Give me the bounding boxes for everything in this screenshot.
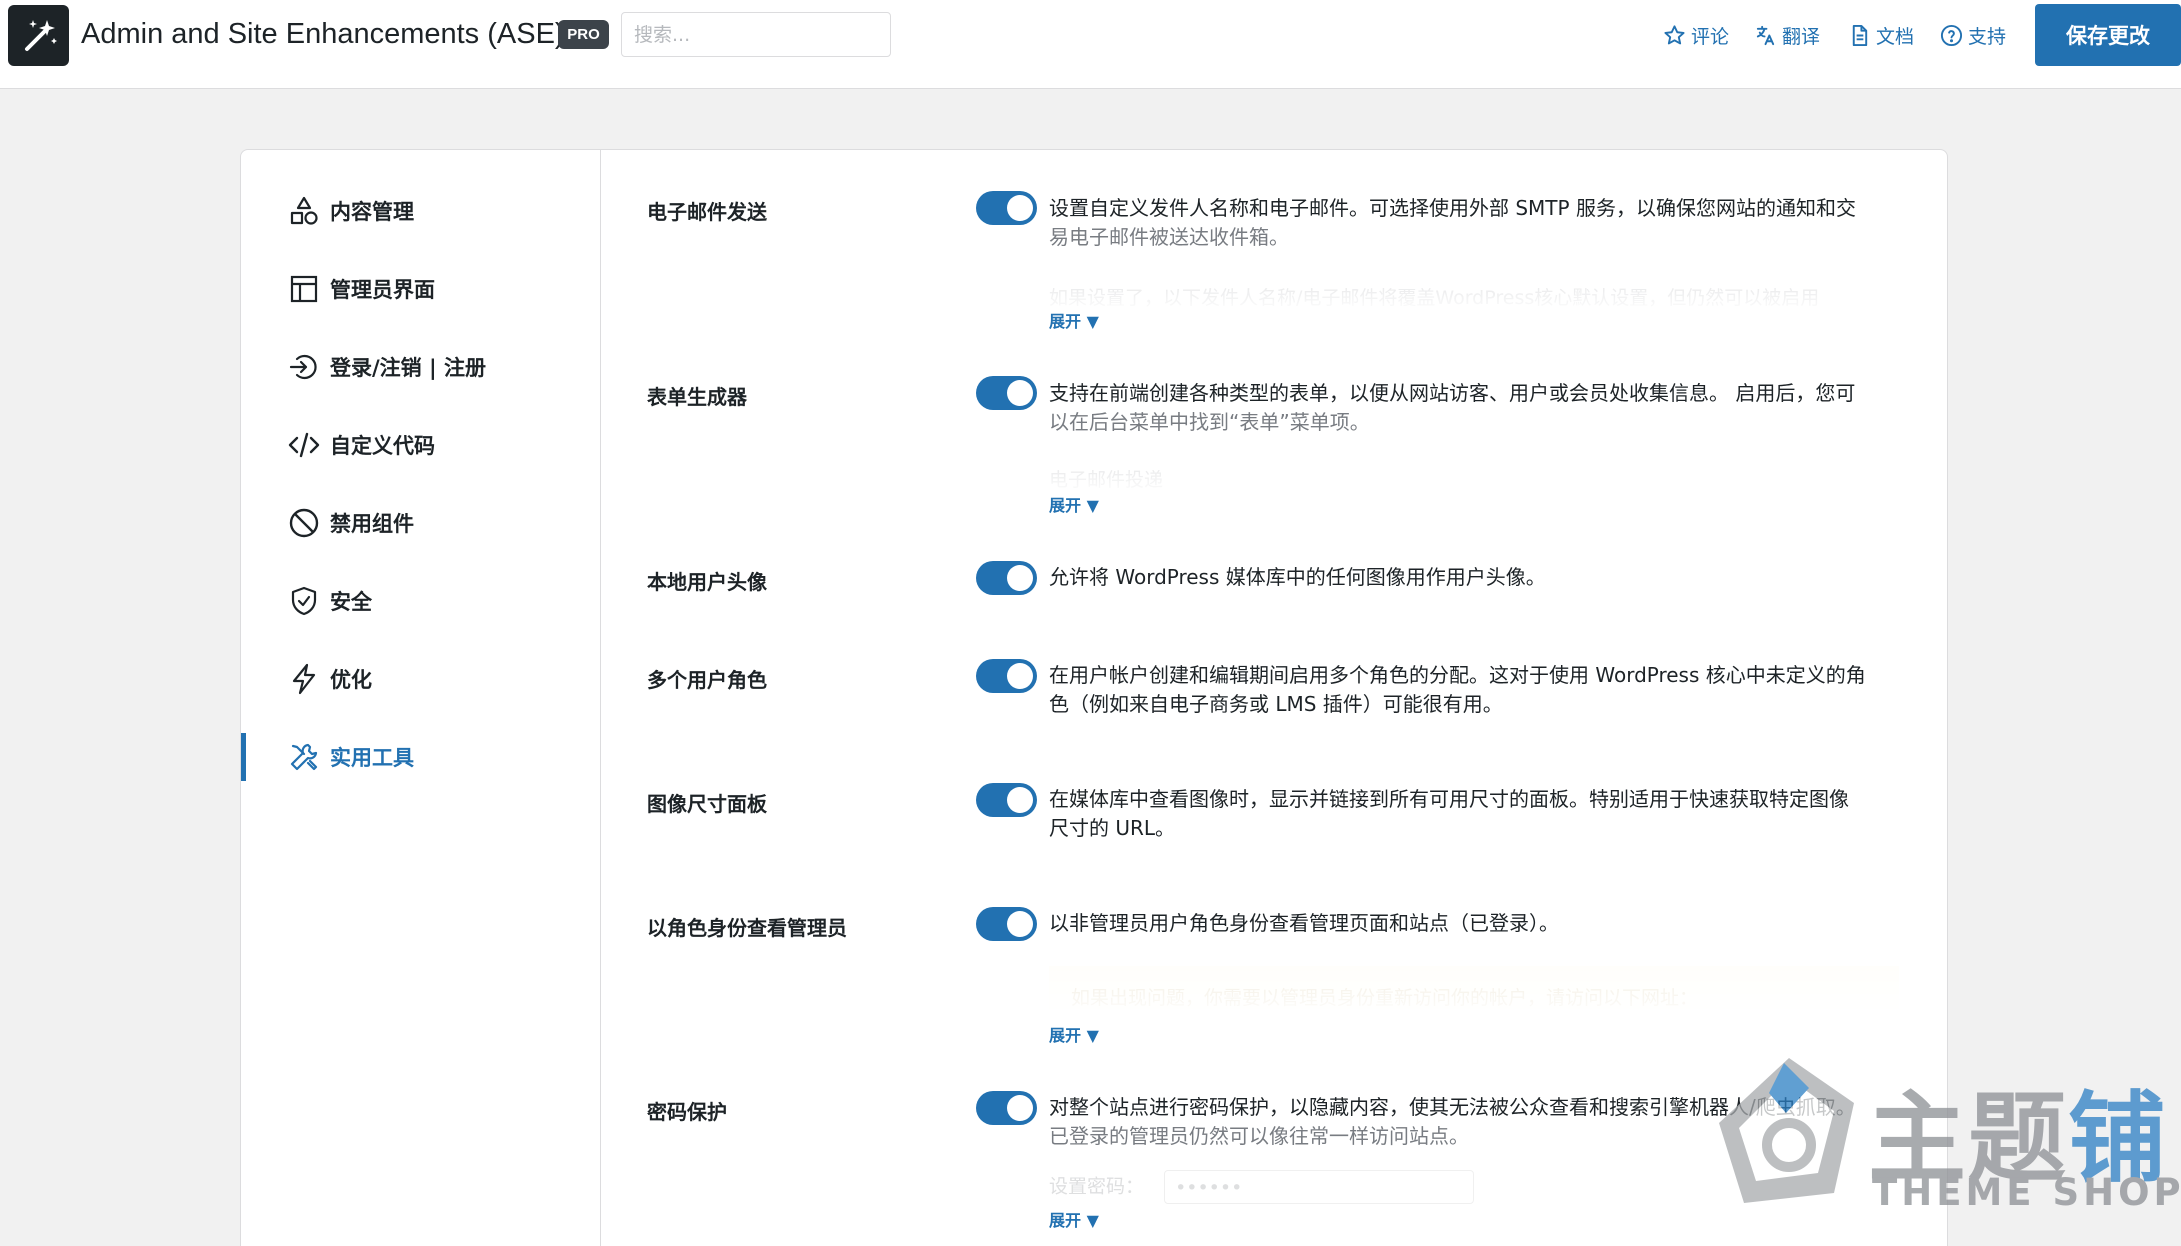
toggle-view-as-role[interactable] [976,907,1037,941]
description-line: 以非管理员用户角色身份查看管理页面和站点（已登录）。 [1049,911,1559,935]
shapes-icon [287,194,321,228]
help-circle-icon [1940,24,1963,46]
description-line: 色（例如来自电子商务或 LMS 插件）可能很有用。 [1049,692,1503,716]
review-link[interactable]: 评论 [1663,17,1729,53]
translate-icon [1756,25,1775,45]
setting-title-form-builder: 表单生成器 [647,385,747,409]
expand-link[interactable]: 展开 ▼ [1049,1022,1099,1046]
description-sub: 已登录的管理员仍然可以像往常一样访问站点。 [1049,1124,1469,1148]
sidebar-item-custom-code[interactable]: 自定义代码 [241,417,600,473]
description-line: 允许将 WordPress 媒体库中的任何图像用作用户头像。 [1049,565,1546,589]
settings-panel: 内容管理 管理员界面 登录/注销 | 注册 自定义代码 禁用组件 安全 优化 实… [240,149,1948,1246]
description-line: 对整个站点进行密码保护，以隐藏内容，使其无法被公众查看和搜索引擎机器人/爬虫抓取… [1049,1095,1856,1119]
setting-title-view-as-role: 以角色身份查看管理员 [647,916,847,940]
expand-link[interactable]: 展开 ▼ [1049,492,1099,516]
translate-link[interactable]: 翻译 [1754,17,1820,53]
sidebar-item-optimization[interactable]: 优化 [241,651,600,707]
lightning-icon [287,662,321,696]
login-icon [287,350,321,384]
star-icon [1664,24,1685,44]
code-icon [287,428,321,462]
sidebar-item-label: 内容管理 [330,200,414,224]
toggle-email-delivery[interactable] [976,191,1037,225]
top-header: Admin and Site Enhancements (ASE) PRO 评论… [0,0,2181,89]
setting-title-image-sizes: 图像尺寸面板 [647,792,767,816]
toggle-password-protection[interactable] [976,1091,1037,1125]
magic-wand-icon [24,19,57,51]
description-line: 支持在前端创建各种类型的表单，以便从网站访客、用户或会员处收集信息。 启用后，您… [1049,381,1856,405]
sidebar-item-label: 自定义代码 [330,434,435,458]
faded-warning: 如果出现问题，你需要以管理员身份重新访问你的帐户，请访问以下网址： [1049,966,1899,1012]
password-label: 设置密码： [1049,1175,1145,1198]
setting-title-email-delivery: 电子邮件发送 [647,200,767,224]
setting-description: 允许将 WordPress 媒体库中的任何图像用作用户头像。 [1049,563,1909,592]
setting-title-local-avatar: 本地用户头像 [647,570,767,594]
docs-link[interactable]: 文档 [1848,17,1914,53]
faded-preview: 电子邮件投递 [1049,469,1164,491]
watermark-text-blue: 铺 [2068,1082,2169,1196]
setting-description: 支持在前端创建各种类型的表单，以便从网站访客、用户或会员处收集信息。 启用后，您… [1049,379,1909,437]
sidebar-item-label: 安全 [330,590,372,614]
description-line: 在媒体库中查看图像时，显示并链接到所有可用尺寸的面板。特别适用于快速获取特定图像 [1049,787,1849,811]
search-input[interactable] [621,12,891,57]
expand-link[interactable]: 展开 ▼ [1049,1207,1099,1231]
layout-icon [287,272,321,306]
description-line: 设置自定义发件人名称和电子邮件。可选择使用外部 SMTP 服务，以确保您网站的通… [1049,196,1856,220]
sidebar-item-content-management[interactable]: 内容管理 [241,183,600,239]
docs-link-label: 文档 [1876,25,1915,48]
review-link-label: 评论 [1691,25,1730,48]
faded-password-field: 设置密码： •••••• [1049,1170,1549,1204]
tools-icon [287,740,321,774]
sidebar-item-admin-interface[interactable]: 管理员界面 [241,261,600,317]
password-input: •••••• [1164,1170,1475,1204]
description-sub: 以在后台菜单中找到“表单”菜单项。 [1049,410,1370,434]
support-link[interactable]: 支持 [1940,17,2006,53]
sidebar-item-label: 登录/注销 | 注册 [330,356,486,380]
save-changes-button[interactable]: 保存更改 [2035,4,2181,66]
toggle-image-sizes[interactable] [976,783,1037,817]
ban-icon [287,506,321,540]
document-icon [1852,24,1868,46]
description-sub: 易电子邮件被送达收件箱。 [1049,225,1289,249]
setting-title-multiple-roles: 多个用户角色 [647,668,767,692]
sidebar-item-disable-components[interactable]: 禁用组件 [241,495,600,551]
setting-title-password-protection: 密码保护 [647,1100,727,1124]
faded-preview: 如果设置了，以下发件人名称/电子邮件将覆盖WordPress核心默认设置，但仍然… [1049,287,1820,309]
sidebar-item-label: 优化 [330,668,372,692]
shield-icon [287,584,321,618]
app-logo [8,5,69,66]
description-line: 尺寸的 URL。 [1049,816,1176,840]
setting-description: 设置自定义发件人名称和电子邮件。可选择使用外部 SMTP 服务，以确保您网站的通… [1049,194,1909,252]
translate-link-label: 翻译 [1782,25,1821,48]
app-title: Admin and Site Enhancements (ASE) [81,18,565,50]
setting-description: 对整个站点进行密码保护，以隐藏内容，使其无法被公众查看和搜索引擎机器人/爬虫抓取… [1049,1093,1909,1151]
pro-badge: PRO [558,20,609,49]
sidebar-item-security[interactable]: 安全 [241,573,600,629]
sidebar-nav: 内容管理 管理员界面 登录/注销 | 注册 自定义代码 禁用组件 安全 优化 实… [241,150,601,1246]
toggle-local-avatar[interactable] [976,561,1037,595]
sidebar-item-label: 实用工具 [330,746,414,770]
sidebar-item-utilities[interactable]: 实用工具 [241,729,600,785]
expand-link[interactable]: 展开 ▼ [1049,308,1099,332]
description-line: 在用户帐户创建和编辑期间启用多个角色的分配。这对于使用 WordPress 核心… [1049,663,1866,687]
setting-description: 以非管理员用户角色身份查看管理页面和站点（已登录）。 [1049,909,1909,938]
sidebar-item-label: 禁用组件 [330,512,414,536]
setting-description: 在用户帐户创建和编辑期间启用多个角色的分配。这对于使用 WordPress 核心… [1049,661,1909,719]
toggle-form-builder[interactable] [976,376,1037,410]
setting-description: 在媒体库中查看图像时，显示并链接到所有可用尺寸的面板。特别适用于快速获取特定图像… [1049,785,1909,843]
toggle-multiple-roles[interactable] [976,659,1037,693]
support-link-label: 支持 [1968,25,2007,48]
sidebar-item-label: 管理员界面 [330,278,435,302]
sidebar-item-login-logout[interactable]: 登录/注销 | 注册 [241,339,600,395]
